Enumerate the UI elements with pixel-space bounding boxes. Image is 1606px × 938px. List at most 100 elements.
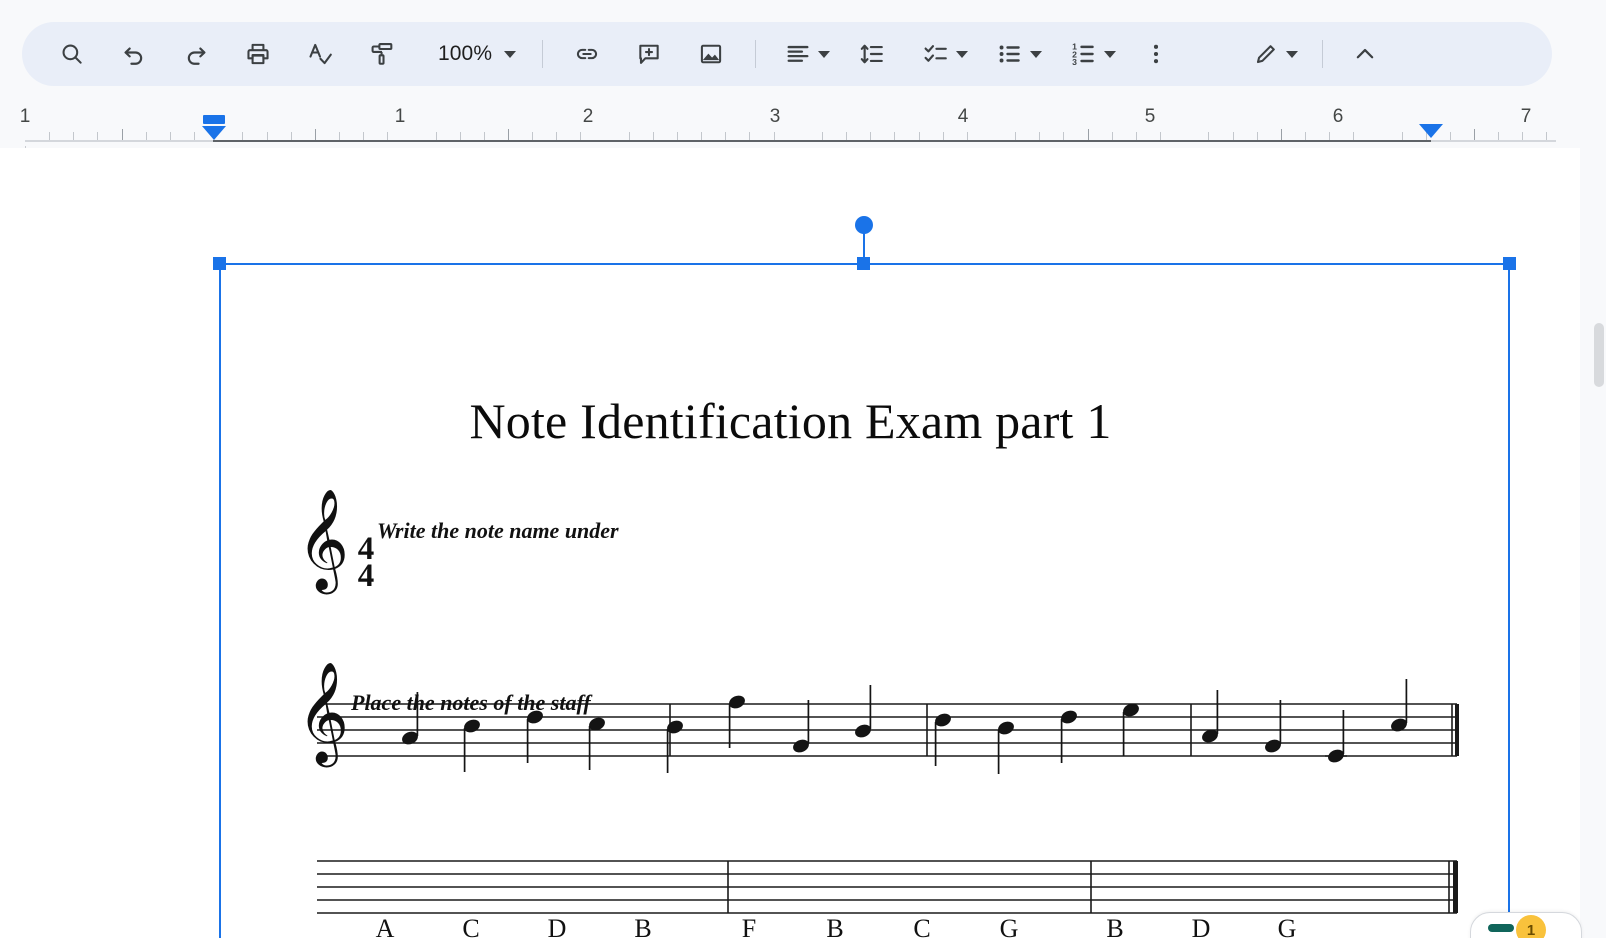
ruler-number: 5 bbox=[1144, 106, 1156, 127]
ruler-tick bbox=[267, 132, 268, 140]
editing-mode-pencil-icon[interactable] bbox=[1242, 30, 1290, 78]
ruler-tick bbox=[701, 132, 702, 140]
ruler-tick bbox=[653, 132, 654, 140]
note-name-label: D bbox=[1191, 914, 1211, 938]
floating-action-accent bbox=[1488, 924, 1514, 932]
ruler-tick bbox=[967, 132, 968, 140]
ruler-tick bbox=[1039, 132, 1040, 140]
ruler-tick bbox=[774, 132, 775, 140]
chevron-down-icon[interactable] bbox=[956, 50, 969, 58]
ruler-tick bbox=[1063, 132, 1064, 140]
ruler-tick bbox=[363, 132, 364, 140]
staff2-staff-lines bbox=[317, 860, 1458, 914]
editing-mode-control[interactable] bbox=[1242, 30, 1306, 78]
align-control[interactable] bbox=[774, 30, 838, 78]
ruler-baseline bbox=[213, 140, 1431, 142]
ruler-tick bbox=[146, 132, 147, 140]
floating-action-badge[interactable]: 1 bbox=[1516, 915, 1546, 938]
add-comment-icon[interactable] bbox=[625, 30, 673, 78]
ruler-tick bbox=[291, 132, 292, 140]
document-page[interactable]: Note Identification Exam part 1 Write th… bbox=[25, 148, 1556, 938]
collapse-toolbar-icon[interactable] bbox=[1341, 30, 1389, 78]
ruler-tick bbox=[1305, 132, 1306, 140]
toolbar-divider-2 bbox=[755, 40, 757, 68]
horizontal-ruler[interactable]: 1 1 2 3 4 5 6 7 bbox=[0, 104, 1606, 148]
checklist-icon[interactable] bbox=[912, 30, 960, 78]
zoom-control[interactable]: 100% bbox=[428, 34, 522, 74]
note-name-label: D bbox=[547, 914, 567, 938]
zoom-value: 100% bbox=[438, 42, 493, 65]
chevron-down-icon[interactable] bbox=[504, 50, 517, 58]
checklist-control[interactable] bbox=[912, 30, 976, 78]
insert-link-icon[interactable] bbox=[563, 30, 611, 78]
ruler-number: 2 bbox=[582, 106, 594, 127]
ruler-tick bbox=[1402, 132, 1403, 140]
chevron-down-icon[interactable] bbox=[1030, 50, 1043, 58]
note-name-label: C bbox=[913, 914, 931, 938]
ruler-tick bbox=[508, 129, 509, 140]
document-canvas[interactable]: Note Identification Exam part 1 Write th… bbox=[0, 148, 1580, 938]
note-name-label: G bbox=[1277, 914, 1297, 938]
left-indent-marker[interactable] bbox=[202, 126, 226, 140]
ruler-tick bbox=[1233, 132, 1234, 140]
ruler-number: 3 bbox=[769, 106, 781, 127]
ruler-tick bbox=[1160, 132, 1161, 140]
line-spacing-icon[interactable] bbox=[848, 30, 896, 78]
toolbar-divider-3 bbox=[1322, 40, 1324, 68]
undo-icon[interactable] bbox=[110, 30, 158, 78]
ruler-tick bbox=[919, 132, 920, 140]
ruler-tick bbox=[1498, 132, 1499, 140]
ruler-tick bbox=[749, 132, 750, 140]
google-docs-window: 100% 1 2 3 1 1 2 3 4 5 6 7 Note Identifi… bbox=[0, 0, 1606, 938]
ruler-number: 4 bbox=[957, 106, 969, 127]
insert-image-icon[interactable] bbox=[687, 30, 735, 78]
main-toolbar: 100% 1 2 3 bbox=[22, 22, 1552, 86]
note-name-label: B bbox=[1106, 914, 1124, 938]
chevron-down-icon[interactable] bbox=[1104, 50, 1117, 58]
ruler-tick bbox=[870, 132, 871, 140]
ruler-tick bbox=[1329, 132, 1330, 140]
numbered-list-icon[interactable]: 1 2 3 bbox=[1060, 30, 1108, 78]
align-icon[interactable] bbox=[774, 30, 822, 78]
ruler-tick bbox=[73, 132, 74, 140]
chevron-down-icon[interactable] bbox=[818, 50, 831, 58]
more-options-icon[interactable] bbox=[1132, 30, 1180, 78]
ruler-tick bbox=[1450, 132, 1451, 140]
print-icon[interactable] bbox=[234, 30, 282, 78]
redo-icon[interactable] bbox=[172, 30, 220, 78]
ruler-tick bbox=[242, 132, 243, 140]
ruler-tick bbox=[725, 132, 726, 140]
ruler-tick bbox=[97, 132, 98, 140]
ruler-tick bbox=[1112, 132, 1113, 140]
right-indent-marker[interactable] bbox=[1419, 124, 1443, 138]
paint-format-icon[interactable] bbox=[358, 30, 406, 78]
chevron-down-icon[interactable] bbox=[1286, 50, 1299, 58]
ruler-tick bbox=[49, 132, 50, 140]
note-name-label: A bbox=[375, 914, 395, 938]
bulleted-list-icon[interactable] bbox=[986, 30, 1034, 78]
music-notation-image[interactable]: Write the note name under 𝄞 4 4 Place th… bbox=[25, 148, 1556, 938]
note-name-label: C bbox=[462, 914, 480, 938]
ruler-tick bbox=[1015, 132, 1016, 140]
ruler-tick bbox=[677, 132, 678, 140]
search-icon[interactable] bbox=[48, 30, 96, 78]
vertical-scrollbar-track[interactable] bbox=[1592, 148, 1606, 938]
toolbar-divider bbox=[542, 40, 544, 68]
ruler-tick bbox=[822, 132, 823, 140]
first-line-indent-marker[interactable] bbox=[203, 115, 225, 124]
ruler-tick bbox=[1281, 129, 1282, 140]
ruler-tick bbox=[894, 132, 895, 140]
bulleted-list-control[interactable] bbox=[986, 30, 1050, 78]
vertical-scrollbar-thumb[interactable] bbox=[1594, 323, 1604, 387]
ruler-number: 1 bbox=[394, 106, 406, 127]
ruler-number: 7 bbox=[1520, 106, 1532, 127]
ruler-tick bbox=[315, 129, 316, 140]
ruler-tick bbox=[1208, 132, 1209, 140]
ruler-tick bbox=[1088, 129, 1089, 140]
ruler-tick bbox=[1474, 129, 1475, 140]
spellcheck-icon[interactable] bbox=[296, 30, 344, 78]
note-name-label: B bbox=[634, 914, 652, 938]
ruler-tick bbox=[1522, 132, 1523, 140]
ruler-tick bbox=[556, 132, 557, 140]
numbered-list-control[interactable]: 1 2 3 bbox=[1060, 30, 1124, 78]
